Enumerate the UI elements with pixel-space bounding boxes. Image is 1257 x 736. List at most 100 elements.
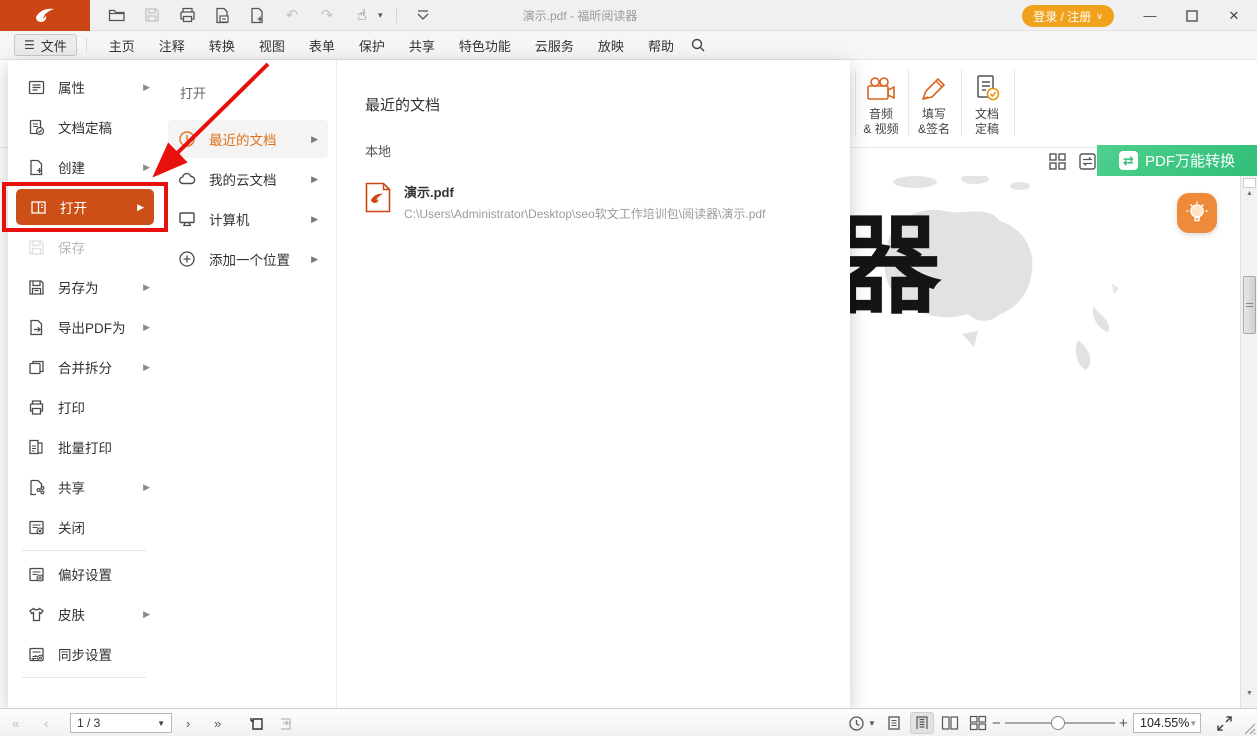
menubar: ☰ 文件 主页 注释 转换 视图 表单 保护 共享 特色功能 云服务 放映 帮助 (0, 31, 1257, 60)
resize-grip[interactable] (1242, 721, 1256, 735)
open-item-add-place[interactable]: 添加一个位置 ▶ (168, 240, 328, 278)
new-page-button[interactable] (244, 3, 270, 27)
zoom-level-box[interactable]: 104.55% ▼ (1133, 713, 1201, 733)
redo-icon: ↷ (321, 6, 334, 24)
reflow-button[interactable] (1078, 152, 1097, 174)
print-button[interactable] (174, 3, 200, 27)
menu-item-properties[interactable]: 属性 ▶ (8, 67, 160, 107)
close-button[interactable]: ✕ (1217, 2, 1251, 30)
pdf-convert-button[interactable]: ⇄ PDF万能转换 (1097, 145, 1257, 176)
computer-icon (178, 210, 196, 228)
menu-item-preferences[interactable]: 偏好设置 (8, 554, 160, 594)
zoom-in-button[interactable]: + (1119, 709, 1128, 736)
foxit-swoosh-icon (34, 6, 56, 24)
zoom-slider-handle[interactable] (1051, 716, 1065, 730)
facing-pages-icon (941, 715, 959, 731)
facing-continuous-view-button[interactable] (966, 712, 990, 734)
pdf-file-icon (365, 182, 391, 213)
tab-view[interactable]: 视图 (247, 31, 297, 60)
foxit-logo[interactable] (0, 0, 90, 31)
tab-home[interactable]: 主页 (97, 31, 147, 60)
menubar-separator (86, 38, 87, 52)
tab-protect[interactable]: 保护 (347, 31, 397, 60)
minimize-icon: — (1144, 8, 1157, 23)
maximize-button[interactable] (1175, 2, 1209, 30)
window-controls: — ✕ (1133, 0, 1251, 31)
menu-item-save: 保存 (8, 227, 160, 267)
page-indicator: 1 / 3 (77, 716, 100, 730)
menu-item-label: 保存 (58, 237, 85, 257)
tab-cloud[interactable]: 云服务 (523, 31, 586, 60)
open-item-cloud-documents[interactable]: 我的云文档 ▶ (168, 160, 328, 198)
scroll-down-button[interactable]: ▼ (1241, 690, 1257, 697)
hand-tool-button[interactable]: ☝ (349, 3, 375, 27)
single-page-view-button[interactable] (882, 712, 906, 734)
tab-present[interactable]: 放映 (586, 31, 636, 60)
submenu-arrow-icon: ▶ (143, 162, 150, 173)
lightbulb-icon (1184, 200, 1210, 226)
recent-file-item[interactable]: 演示.pdf C:\Users\Administrator\Desktop\se… (365, 182, 850, 222)
menu-item-close[interactable]: 关闭 (8, 507, 160, 547)
menu-item-batch-print[interactable]: 批量打印 (8, 427, 160, 467)
save-icon (28, 239, 45, 256)
extract-page-button[interactable] (209, 3, 235, 27)
previous-view-button[interactable] (248, 709, 265, 736)
scroll-up-button[interactable]: ▲ (1241, 190, 1257, 197)
audio-video-button[interactable]: 音频& 视频 (856, 68, 906, 137)
menu-item-label: 打印 (58, 397, 85, 417)
last-page-button[interactable]: » (214, 709, 221, 736)
menu-item-label: 共享 (58, 477, 85, 497)
tab-file[interactable]: ☰ 文件 (14, 34, 77, 56)
thumbnail-grid-button[interactable] (1048, 152, 1067, 174)
menu-item-sync-settings[interactable]: 同步设置 (8, 634, 160, 674)
menu-item-label: 创建 (58, 157, 85, 177)
menu-item-print[interactable]: 打印 (8, 387, 160, 427)
pencil-icon (919, 76, 949, 102)
facing-view-button[interactable] (938, 712, 962, 734)
fill-sign-button[interactable]: 填写&签名 (909, 68, 959, 137)
foxit-reader-window: ↶ ↷ ☝ ▾ 演示.pdf - 福昕阅读器 登录 / 注册 ∨ — ✕ ☰ 文… (0, 0, 1257, 736)
vertical-scrollbar[interactable]: ▲ ▼ (1240, 176, 1257, 708)
next-page-button[interactable]: › (186, 709, 190, 736)
menu-item-save-as[interactable]: 另存为 ▶ (8, 267, 160, 307)
page-number-box[interactable]: 1 / 3 ▼ (70, 713, 172, 733)
submenu-arrow-icon: ▶ (311, 174, 318, 185)
tab-comment[interactable]: 注释 (147, 31, 197, 60)
scrollbar-thumb[interactable] (1243, 276, 1256, 334)
preferences-icon (28, 566, 45, 583)
open-file-button[interactable] (104, 3, 130, 27)
login-register-button[interactable]: 登录 / 注册 ∨ (1022, 5, 1114, 27)
menu-item-finalize[interactable]: 文档定稿 (8, 107, 160, 147)
hand-tool-caret[interactable]: ▾ (378, 10, 383, 21)
menu-item-share[interactable]: 共享 ▶ (8, 467, 160, 507)
fullscreen-button[interactable] (1216, 709, 1233, 736)
menu-item-label: 合并拆分 (58, 357, 112, 377)
tab-convert[interactable]: 转换 (197, 31, 247, 60)
save-icon (144, 7, 160, 23)
pdf-convert-label: PDF万能转换 (1145, 150, 1235, 171)
fullscreen-expand-icon (1216, 715, 1233, 732)
search-button[interactable] (690, 37, 706, 53)
tab-features[interactable]: 特色功能 (447, 31, 523, 60)
menu-item-merge-split[interactable]: 合并拆分 ▶ (8, 347, 160, 387)
rotate-view-button[interactable]: ▼ (848, 709, 876, 736)
tab-help[interactable]: 帮助 (636, 31, 686, 60)
recent-file-path: C:\Users\Administrator\Desktop\seo软文工作培训… (404, 205, 765, 222)
menu-item-create[interactable]: 创建 ▶ (8, 147, 160, 187)
open-item-computer[interactable]: 计算机 ▶ (168, 200, 328, 238)
tab-form[interactable]: 表单 (297, 31, 347, 60)
search-icon (690, 37, 706, 53)
menu-item-export-pdf[interactable]: 导出PDF为 ▶ (8, 307, 160, 347)
minimize-button[interactable]: — (1133, 2, 1167, 30)
tips-bulb-button[interactable] (1177, 193, 1217, 233)
zoom-out-button[interactable]: − (992, 709, 1001, 736)
open-item-label: 计算机 (209, 209, 250, 229)
menu-item-skin[interactable]: 皮肤 ▶ (8, 594, 160, 634)
finalize-doc-button[interactable]: 文档定稿 (962, 68, 1012, 137)
tab-share[interactable]: 共享 (397, 31, 447, 60)
menu-item-label: 同步设置 (58, 644, 112, 664)
sync-settings-icon (28, 646, 45, 663)
open-item-recent-documents[interactable]: 最近的文档 ▶ (168, 120, 328, 158)
continuous-view-button[interactable] (910, 712, 934, 734)
clock-icon (178, 130, 196, 148)
